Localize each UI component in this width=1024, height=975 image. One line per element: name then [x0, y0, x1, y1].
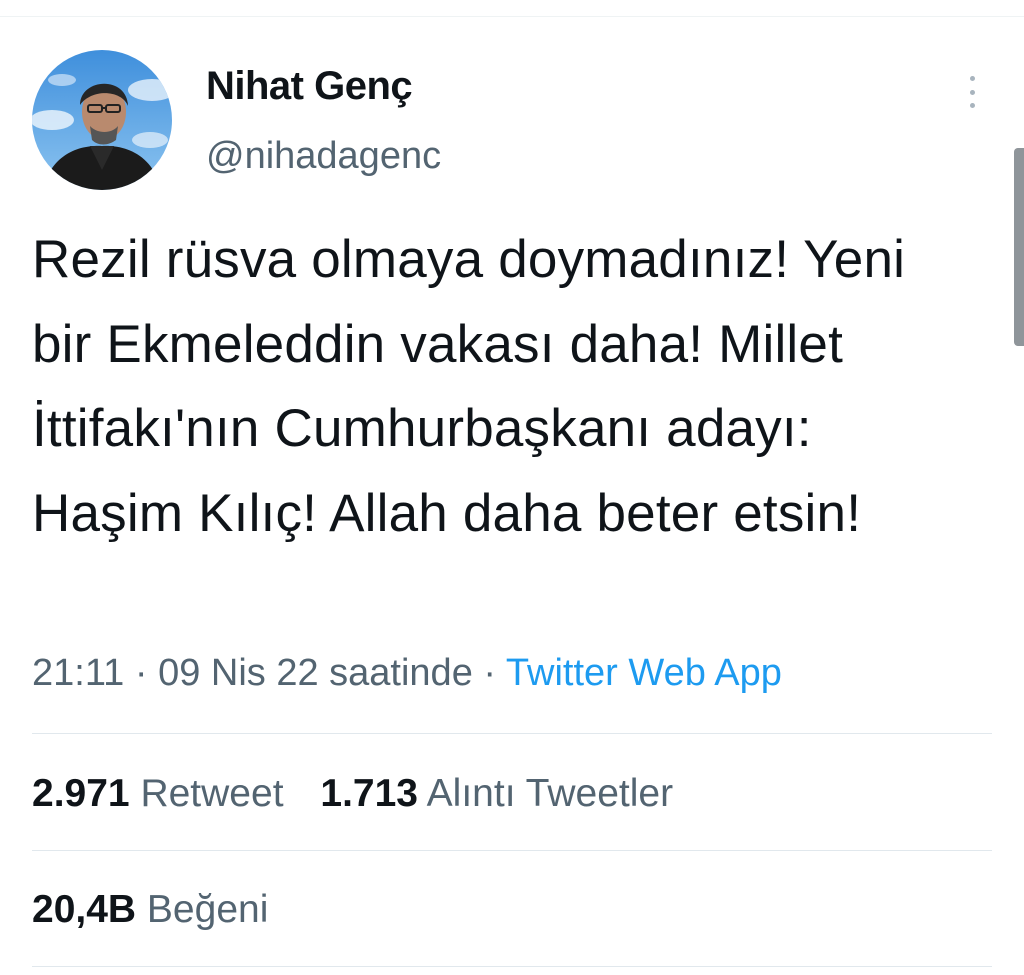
more-vertical-icon-dot [969, 89, 975, 95]
likes-stats-row: 20,4B Beğeni [32, 888, 294, 932]
retweets-stat[interactable]: 2.971 Retweet [32, 772, 284, 816]
more-vertical-icon-dot [969, 103, 975, 108]
quotes-label: Alıntı Tweetler [426, 772, 674, 815]
engagement-stats-row: 2.971 Retweet 1.713 Alıntı Tweetler [32, 772, 699, 816]
likes-stat[interactable]: 20,4B Beğeni [32, 888, 268, 932]
more-vertical-icon [969, 76, 975, 81]
author-display-name[interactable]: Nihat Genç [206, 64, 413, 109]
likes-label: Beğeni [146, 888, 269, 931]
avatar[interactable] [32, 50, 172, 190]
avatar-image [32, 50, 172, 190]
scrollbar[interactable] [1014, 148, 1024, 346]
retweets-count: 2.971 [32, 772, 130, 815]
meta-separator-2: · [483, 652, 497, 694]
quotes-count: 1.713 [320, 772, 418, 815]
tweet-date[interactable]: 09 Nis 22 saatinde [158, 652, 473, 694]
tweet-meta: 21:11 · 09 Nis 22 saatinde · Twitter Web… [32, 652, 782, 695]
more-options-button[interactable] [958, 72, 986, 112]
retweets-label: Retweet [140, 772, 284, 815]
tweet-text: Rezil rüsva olmaya doymadınız! Yeni bir … [32, 230, 906, 543]
author-handle[interactable]: @nihadagenc [206, 135, 441, 178]
tweet-time[interactable]: 21:11 [32, 652, 124, 694]
likes-count: 20,4B [32, 888, 137, 931]
top-divider [0, 16, 1024, 17]
tweet-source-link[interactable]: Twitter Web App [506, 652, 782, 694]
divider [32, 733, 992, 734]
meta-separator: · [134, 652, 148, 694]
divider [32, 966, 992, 967]
quotes-stat[interactable]: 1.713 Alıntı Tweetler [320, 772, 673, 816]
divider [32, 850, 992, 851]
